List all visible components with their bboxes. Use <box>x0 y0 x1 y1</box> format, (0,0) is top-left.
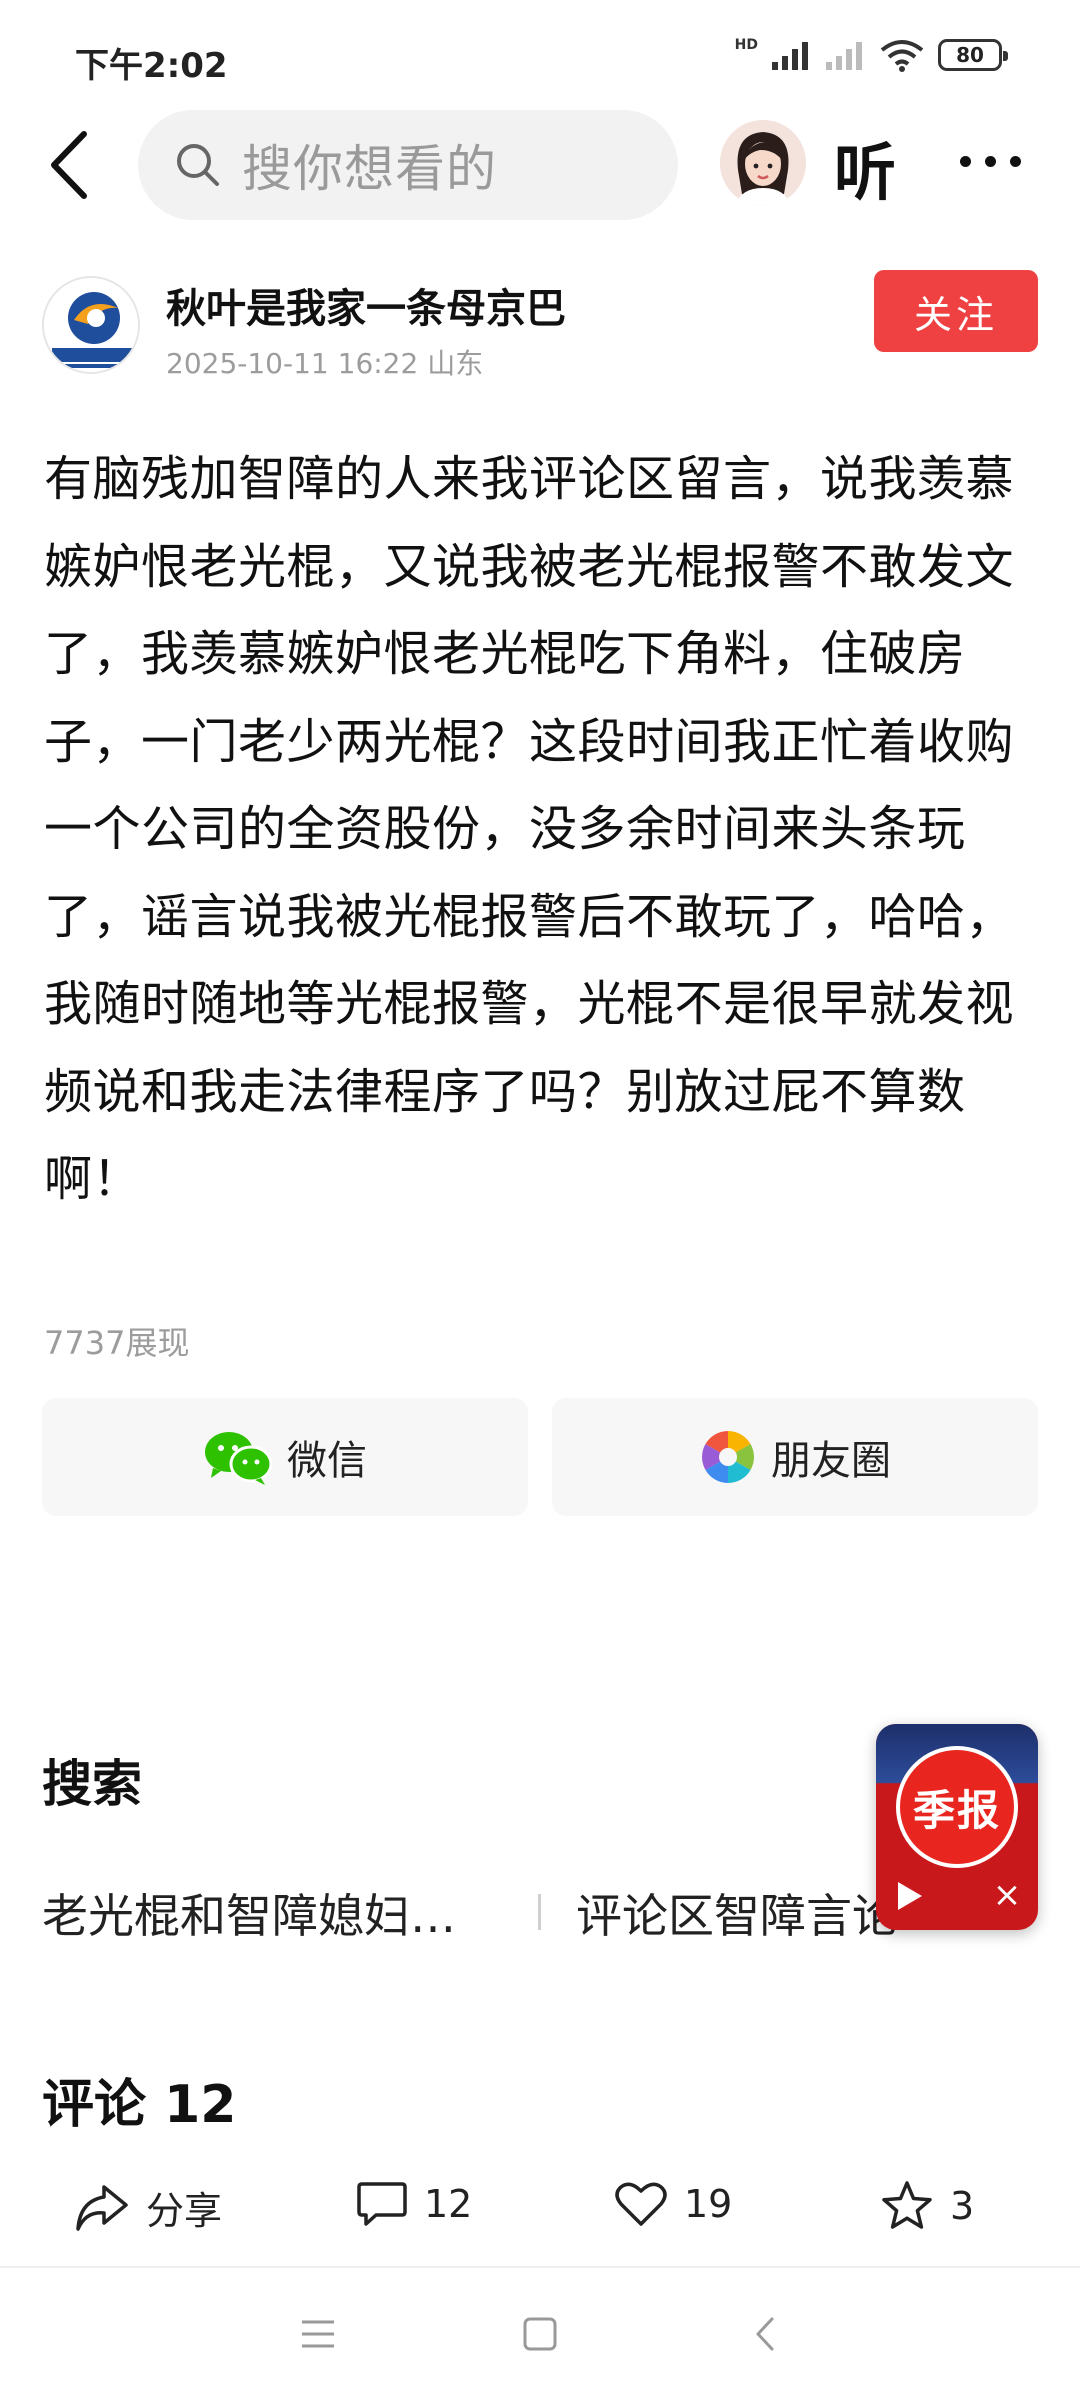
comment-button[interactable]: 12 <box>356 2180 472 2228</box>
search-input[interactable]: 搜你想看的 <box>138 110 678 220</box>
battery-indicator: 80 <box>938 39 1008 71</box>
impressions-count: 7737展现 <box>44 1324 190 1362</box>
more-icon[interactable] <box>960 156 1021 167</box>
author-header: 秋叶是我家一条母京巴 2025-10-11 16:22 山东 关注 <box>0 270 1080 390</box>
search-placeholder: 搜你想看的 <box>242 140 497 198</box>
like-button[interactable]: 19 <box>614 2180 732 2228</box>
like-count: 19 <box>684 2182 733 2226</box>
more-dot <box>1010 156 1021 167</box>
comments-heading: 评论 12 <box>42 2075 237 2135</box>
system-nav-bar <box>0 2266 1080 2400</box>
post-meta: 2025-10-11 16:22 山东 <box>166 347 484 380</box>
related-search-heading: 搜索 <box>42 1755 142 1813</box>
more-dot <box>985 156 996 167</box>
home-icon[interactable] <box>520 2314 560 2354</box>
avatar-illustration-icon <box>720 120 806 206</box>
share-label: 分享 <box>146 2189 223 2233</box>
author-avatar[interactable] <box>42 276 140 374</box>
share-moments-label: 朋友圈 <box>771 1438 891 1484</box>
share-wechat-label: 微信 <box>287 1438 367 1484</box>
floating-promo[interactable]: 季报 × <box>876 1724 1038 1930</box>
action-bar: 分享 12 19 3 <box>0 2160 1080 2260</box>
company-logo-icon <box>44 278 138 372</box>
status-bar: 下午2:02 HD 80 <box>0 0 1080 110</box>
related-search-item[interactable]: 评论区智障言论 <box>576 1880 926 1946</box>
comment-icon <box>357 2182 407 2226</box>
promo-label: 季报 <box>896 1746 1018 1868</box>
signal-weak-icon <box>826 42 862 70</box>
hd-label: HD <box>734 37 758 53</box>
back-nav-icon[interactable] <box>746 2314 786 2354</box>
share-wechat-button[interactable]: 微信 <box>42 1398 528 1516</box>
follow-button[interactable]: 关注 <box>874 270 1038 352</box>
close-icon[interactable]: × <box>990 1878 1024 1912</box>
favorite-count: 3 <box>950 2184 975 2228</box>
wechat-icon <box>205 1432 273 1485</box>
back-icon[interactable] <box>40 128 104 202</box>
share-moments-button[interactable]: 朋友圈 <box>552 1398 1038 1516</box>
menu-icon[interactable] <box>298 2314 338 2354</box>
listen-avatar[interactable] <box>720 120 806 206</box>
search-icon <box>177 144 219 186</box>
related-search-item[interactable]: 老光棍和智障媳妇… <box>42 1880 502 1946</box>
post-body: 有脑残加智障的人来我评论区留言，说我羡慕嫉妒恨老光棍，又说我被老光棍报警不敢发文… <box>44 451 1015 1207</box>
heart-icon <box>615 2182 667 2226</box>
listen-button[interactable]: 听 <box>834 122 896 212</box>
favorite-button[interactable]: 3 <box>880 2180 974 2232</box>
comment-count: 12 <box>424 2182 473 2226</box>
more-dot <box>960 156 971 167</box>
signal-icon <box>772 42 808 70</box>
star-icon <box>882 2181 932 2229</box>
moments-icon <box>702 1431 754 1483</box>
status-icons: HD 80 <box>734 37 1008 72</box>
top-nav: 搜你想看的 听 <box>0 100 1080 230</box>
play-icon[interactable] <box>898 1882 922 1910</box>
share-button[interactable]: 分享 <box>74 2180 222 2235</box>
author-name[interactable]: 秋叶是我家一条母京巴 <box>166 276 566 334</box>
search-divider <box>538 1894 541 1930</box>
share-icon <box>76 2184 128 2231</box>
status-time: 下午2:02 <box>75 46 228 86</box>
wifi-icon <box>880 40 924 72</box>
